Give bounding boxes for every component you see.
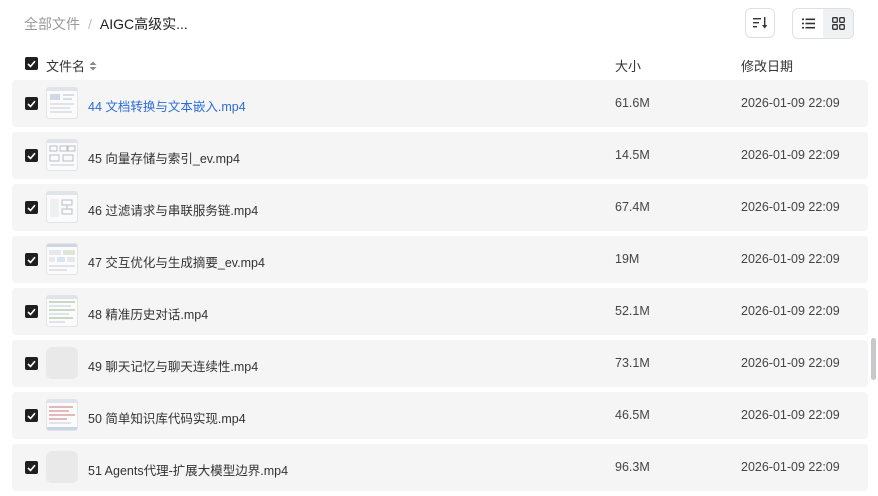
list-view-icon [801,18,815,29]
video-thumbnail [46,399,78,431]
file-modified-date: 2026-01-09 22:09 [741,200,840,214]
file-modified-date: 2026-01-09 22:09 [741,460,840,474]
checkmark-icon [27,60,36,68]
column-size-header[interactable]: 大小 [615,56,641,75]
breadcrumb: 全部文件 / AIGC高级实... [24,14,188,34]
checkmark-icon [27,152,36,160]
row-checkbox[interactable] [25,409,38,422]
view-toggle [792,8,854,39]
grid-view-icon [831,17,845,30]
row-checkbox[interactable] [25,461,38,474]
file-name-link[interactable]: 45 向量存储与索引_ev.mp4 [88,148,240,167]
breadcrumb-separator: / [88,16,92,32]
checkmark-icon [27,204,36,212]
video-thumbnail [46,243,78,275]
video-thumbnail [46,87,78,119]
video-thumbnail-placeholder [46,451,78,483]
row-checkbox[interactable] [25,97,38,110]
file-list: 44 文档转换与文本嵌入.mp4 61.6M 2026-01-09 22:09 … [12,80,868,496]
vertical-scrollbar-thumb[interactable] [871,338,876,380]
row-checkbox[interactable] [25,149,38,162]
file-name-link[interactable]: 51 Agents代理-扩展大模型边界.mp4 [88,460,288,479]
video-thumbnail [46,191,78,223]
sort-button[interactable] [745,8,775,38]
video-thumbnail [46,139,78,171]
file-size: 14.5M [615,148,650,162]
breadcrumb-root-link[interactable]: 全部文件 [24,14,80,34]
grid-view-button[interactable] [823,9,853,38]
file-row[interactable]: 44 文档转换与文本嵌入.mp4 61.6M 2026-01-09 22:09 [12,80,868,127]
checkmark-icon [27,308,36,316]
file-list-header: 文件名 大小 修改日期 [0,50,878,78]
checkmark-icon [27,256,36,264]
list-view-button[interactable] [793,9,823,38]
checkmark-icon [27,464,36,472]
file-row[interactable]: 45 向量存储与索引_ev.mp4 14.5M 2026-01-09 22:09 [12,132,868,179]
top-bar: 全部文件 / AIGC高级实... [0,0,878,48]
file-modified-date: 2026-01-09 22:09 [741,148,840,162]
file-modified-date: 2026-01-09 22:09 [741,408,840,422]
file-name-link[interactable]: 48 精准历史对话.mp4 [88,304,208,323]
file-row[interactable]: 46 过滤请求与串联服务链.mp4 67.4M 2026-01-09 22:09 [12,184,868,231]
checkmark-icon [27,360,36,368]
video-thumbnail-placeholder [46,347,78,379]
file-size: 67.4M [615,200,650,214]
file-row[interactable]: 49 聊天记忆与聊天连续性.mp4 73.1M 2026-01-09 22:09 [12,340,868,387]
file-size: 96.3M [615,460,650,474]
column-modified-header[interactable]: 修改日期 [741,56,793,75]
file-name-link[interactable]: 47 交互优化与生成摘要_ev.mp4 [88,252,265,271]
column-name-header[interactable]: 文件名 [46,56,97,75]
checkmark-icon [27,100,36,108]
sort-descending-icon [753,17,767,29]
file-name-link[interactable]: 49 聊天记忆与聊天连续性.mp4 [88,356,258,375]
sort-toggle-icon [89,61,97,70]
file-size: 61.6M [615,96,650,110]
file-name-link[interactable]: 44 文档转换与文本嵌入.mp4 [88,96,246,115]
file-row[interactable]: 48 精准历史对话.mp4 52.1M 2026-01-09 22:09 [12,288,868,335]
checkmark-icon [27,412,36,420]
file-size: 46.5M [615,408,650,422]
file-modified-date: 2026-01-09 22:09 [741,96,840,110]
file-row[interactable]: 47 交互优化与生成摘要_ev.mp4 19M 2026-01-09 22:09 [12,236,868,283]
file-name-link[interactable]: 50 简单知识库代码实现.mp4 [88,408,246,427]
select-all-checkbox[interactable] [25,57,38,70]
breadcrumb-current: AIGC高级实... [99,16,188,32]
file-name-link[interactable]: 46 过滤请求与串联服务链.mp4 [88,200,258,219]
file-modified-date: 2026-01-09 22:09 [741,356,840,370]
file-modified-date: 2026-01-09 22:09 [741,304,840,318]
row-checkbox[interactable] [25,305,38,318]
file-row[interactable]: 50 简单知识库代码实现.mp4 46.5M 2026-01-09 22:09 [12,392,868,439]
file-size: 52.1M [615,304,650,318]
video-thumbnail [46,295,78,327]
row-checkbox[interactable] [25,201,38,214]
column-name-label: 文件名 [46,59,86,74]
file-row[interactable]: 51 Agents代理-扩展大模型边界.mp4 96.3M 2026-01-09… [12,444,868,491]
file-modified-date: 2026-01-09 22:09 [741,252,840,266]
file-size: 19M [615,252,640,266]
file-size: 73.1M [615,356,650,370]
row-checkbox[interactable] [25,253,38,266]
row-checkbox[interactable] [25,357,38,370]
